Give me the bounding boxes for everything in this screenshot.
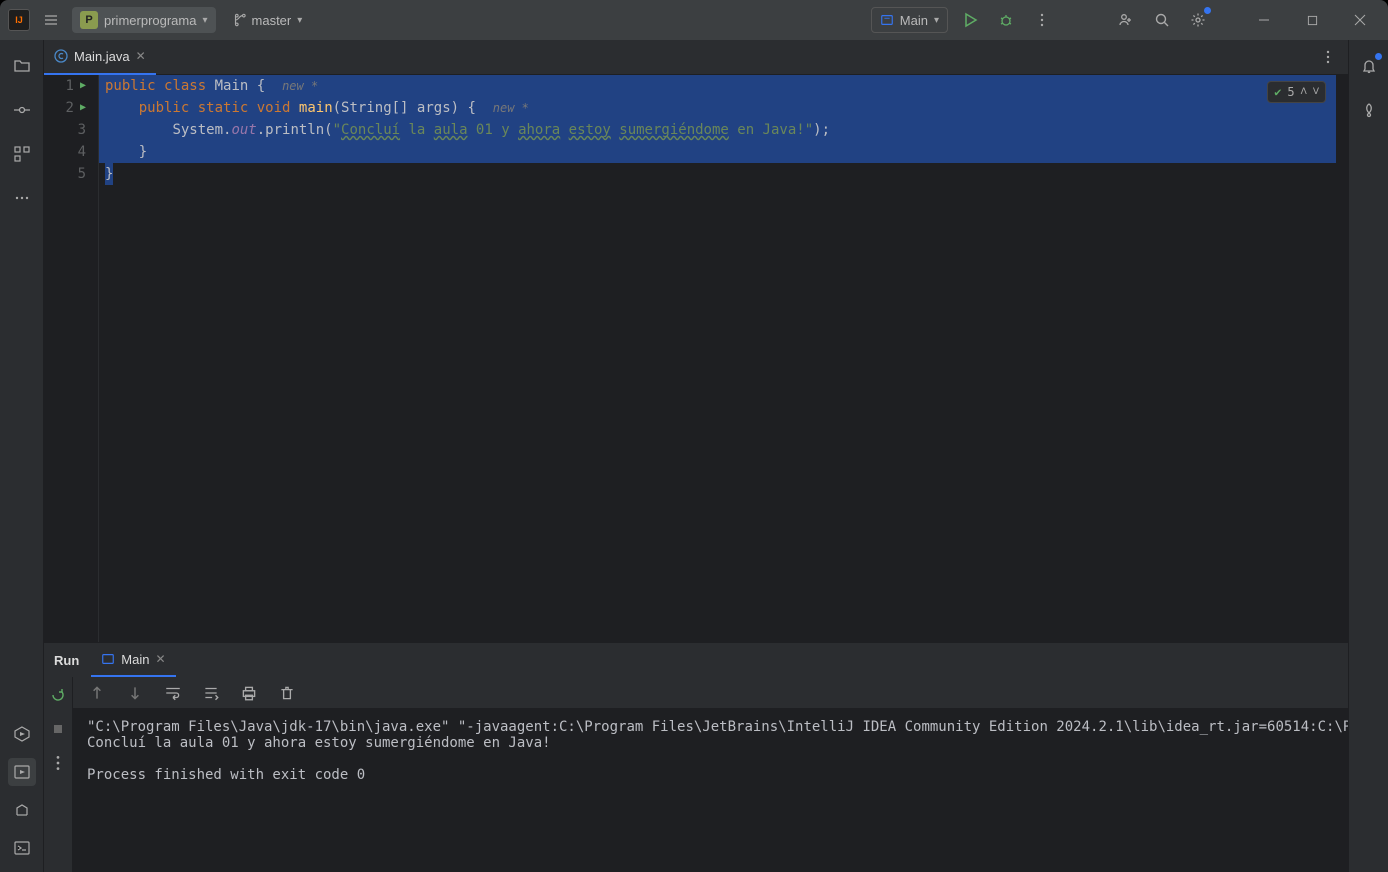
chevron-down-icon: ▾ bbox=[202, 15, 207, 26]
run-side-toolbar bbox=[44, 677, 73, 872]
editor-code[interactable]: public class Main { new * public static … bbox=[99, 75, 1336, 642]
settings-button[interactable] bbox=[1184, 6, 1212, 34]
inspection-widget[interactable]: ✔ 5 ᐱ ᐯ bbox=[1267, 81, 1326, 103]
branch-icon bbox=[232, 13, 246, 27]
editor-tab-row: Main.java ✕ bbox=[44, 40, 1348, 75]
chevron-down-icon: ▾ bbox=[934, 15, 939, 26]
ai-assistant-button[interactable] bbox=[1355, 96, 1383, 124]
editor-tab[interactable]: Main.java ✕ bbox=[44, 40, 156, 75]
project-name: primerprograma bbox=[104, 13, 196, 28]
terminal-tool-button[interactable] bbox=[8, 834, 36, 862]
build-tool-button[interactable] bbox=[8, 796, 36, 824]
run-tool-button[interactable] bbox=[8, 758, 36, 786]
search-everywhere-button[interactable] bbox=[1148, 6, 1176, 34]
notifications-button[interactable] bbox=[1355, 52, 1383, 80]
java-class-icon bbox=[54, 49, 68, 63]
editor-scrollbar[interactable] bbox=[1336, 75, 1348, 642]
inspection-count: 5 bbox=[1287, 81, 1294, 103]
soft-wrap-button[interactable] bbox=[159, 679, 187, 707]
editor-tab-label: Main.java bbox=[74, 49, 130, 64]
run-panel-title: Run bbox=[54, 653, 79, 668]
maximize-button[interactable] bbox=[1292, 6, 1332, 34]
gutter-run-icon[interactable]: ▶ bbox=[80, 97, 86, 119]
run-output-toolbar bbox=[73, 677, 1348, 709]
scroll-to-end-button[interactable] bbox=[197, 679, 225, 707]
run-config-name: Main bbox=[900, 13, 928, 28]
editor[interactable]: 1▶ 2▶ 3 4 5 public class Main { new * pu… bbox=[44, 75, 1348, 642]
project-selector[interactable]: P primerprograma ▾ bbox=[72, 7, 216, 33]
check-icon: ✔ bbox=[1274, 81, 1281, 103]
gutter-run-icon[interactable]: ▶ bbox=[80, 75, 86, 97]
debug-button[interactable] bbox=[992, 6, 1020, 34]
run-config-icon bbox=[880, 13, 894, 27]
run-tab-label: Main bbox=[121, 652, 149, 667]
minimize-button[interactable] bbox=[1244, 6, 1284, 34]
run-more-button[interactable] bbox=[44, 749, 72, 777]
stop-button[interactable] bbox=[44, 715, 72, 743]
titlebar: IJ P primerprograma ▾ master ▾ Main ▾ bbox=[0, 0, 1388, 40]
editor-tab-more[interactable] bbox=[1314, 43, 1342, 71]
print-button[interactable] bbox=[235, 679, 263, 707]
close-tab-button[interactable]: ✕ bbox=[136, 49, 146, 63]
commit-tool-button[interactable] bbox=[8, 96, 36, 124]
app-logo: IJ bbox=[8, 9, 30, 31]
run-config-icon bbox=[101, 652, 115, 666]
editor-gutter: 1▶ 2▶ 3 4 5 bbox=[44, 75, 98, 642]
structure-tool-button[interactable] bbox=[8, 140, 36, 168]
scroll-up-button[interactable] bbox=[83, 679, 111, 707]
run-button[interactable] bbox=[956, 6, 984, 34]
chevron-down-icon[interactable]: ᐯ bbox=[1313, 81, 1319, 103]
scroll-down-button[interactable] bbox=[121, 679, 149, 707]
close-button[interactable] bbox=[1340, 6, 1380, 34]
code-with-me-button[interactable] bbox=[1112, 6, 1140, 34]
close-run-tab[interactable]: ✕ bbox=[155, 652, 165, 666]
run-tab[interactable]: Main ✕ bbox=[91, 643, 175, 677]
run-output[interactable]: "C:\Program Files\Java\jdk-17\bin\java.e… bbox=[73, 709, 1348, 872]
more-tools-button[interactable] bbox=[8, 184, 36, 212]
chevron-up-icon[interactable]: ᐱ bbox=[1301, 81, 1307, 103]
chevron-down-icon: ▾ bbox=[297, 15, 302, 26]
run-panel-header: Run Main ✕ bbox=[44, 643, 1348, 677]
project-letter: P bbox=[80, 11, 98, 29]
run-panel: Run Main ✕ bbox=[44, 642, 1348, 872]
right-tool-gutter bbox=[1348, 40, 1388, 872]
services-tool-button[interactable] bbox=[8, 720, 36, 748]
run-config-selector[interactable]: Main ▾ bbox=[871, 7, 948, 33]
project-tool-button[interactable] bbox=[8, 52, 36, 80]
branch-name: master bbox=[252, 13, 292, 28]
clear-button[interactable] bbox=[273, 679, 301, 707]
left-tool-gutter bbox=[0, 40, 44, 872]
git-branch-selector[interactable]: master ▾ bbox=[224, 7, 311, 33]
more-run-options[interactable] bbox=[1028, 6, 1056, 34]
main-menu-button[interactable] bbox=[38, 7, 64, 33]
rerun-button[interactable] bbox=[44, 681, 72, 709]
